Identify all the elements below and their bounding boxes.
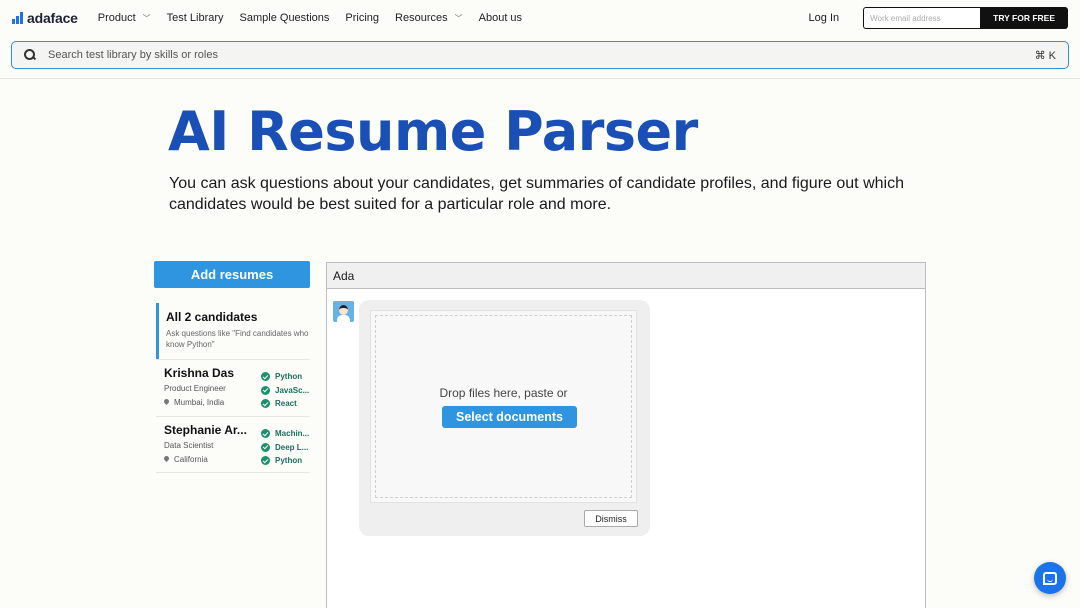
skill-label: Deep L... xyxy=(275,442,309,452)
candidate-skills: Python JavaSc... React xyxy=(261,370,313,411)
check-circle-icon xyxy=(261,456,270,466)
all-candidates-item[interactable]: All 2 candidates Ask questions like "Fin… xyxy=(156,303,310,359)
nav-sample-questions-label: Sample Questions xyxy=(239,12,330,24)
work-email-input[interactable] xyxy=(863,7,981,29)
logo[interactable]: adaface xyxy=(12,10,78,26)
skill-tag: Deep L... xyxy=(261,441,313,455)
page-title: AI Resume Parser xyxy=(168,100,698,163)
candidate-location-text: Mumbai, India xyxy=(174,398,225,407)
candidate-item[interactable]: Stephanie Ar... Data Scientist Californi… xyxy=(156,416,310,473)
nav-test-library-label: Test Library xyxy=(166,12,224,24)
candidate-item[interactable]: Krishna Das Product Engineer Mumbai, Ind… xyxy=(156,359,310,416)
nav-product[interactable]: Product ﹀ xyxy=(98,12,151,24)
skill-label: Python xyxy=(275,372,303,382)
all-candidates-title: All 2 candidates xyxy=(166,310,258,324)
logo-text: adaface xyxy=(27,10,78,26)
nav-resources[interactable]: Resources ﹀ xyxy=(395,12,463,24)
chevron-down-icon: ﹀ xyxy=(454,13,463,23)
candidate-name: Krishna Das xyxy=(164,366,235,380)
skill-tag: JavaSc... xyxy=(261,384,313,398)
candidate-name: Stephanie Ar... xyxy=(164,423,247,437)
skill-tag: Machin... xyxy=(261,427,313,441)
chat-header: Ada xyxy=(327,263,925,289)
check-circle-icon xyxy=(261,429,270,439)
upload-card: Drop files here, paste or Select documen… xyxy=(359,300,650,536)
nav-product-label: Product xyxy=(97,12,136,24)
nav-test-library[interactable]: Test Library xyxy=(167,12,224,24)
drop-instructions: Drop files here, paste or xyxy=(439,386,568,400)
avatar-face xyxy=(339,305,348,315)
skill-tag: Python xyxy=(261,370,313,384)
candidate-location-text: California xyxy=(174,455,208,464)
search-input[interactable]: Search test library by skills or roles xyxy=(48,49,1035,61)
location-pin-icon xyxy=(164,399,169,406)
nav-about-us[interactable]: About us xyxy=(479,12,522,24)
skill-tag: React xyxy=(261,397,313,411)
nav-resources-label: Resources xyxy=(395,12,448,24)
logo-bars-icon xyxy=(12,12,23,24)
skill-label: Machin... xyxy=(275,429,310,439)
drop-zone-border: Drop files here, paste or Select documen… xyxy=(375,315,632,498)
all-candidates-hint: Ask questions like "Find candidates who … xyxy=(166,329,309,349)
keyboard-shortcut: ⌘ K xyxy=(1034,49,1056,62)
select-documents-button[interactable]: Select documents xyxy=(442,406,577,428)
search-icon xyxy=(24,49,36,61)
chat-launcher-button[interactable] xyxy=(1034,562,1066,594)
assistant-avatar xyxy=(333,301,354,322)
message-icon xyxy=(1043,571,1057,585)
nav-about-us-label: About us xyxy=(478,12,523,24)
avatar-body xyxy=(337,315,350,322)
page-subtitle: You can ask questions about your candida… xyxy=(169,175,904,213)
chat-panel: Ada Drop files here, paste or Select doc… xyxy=(326,262,926,608)
skill-label: JavaSc... xyxy=(275,385,310,395)
search-bar[interactable]: Search test library by skills or roles ⌘… xyxy=(11,41,1069,69)
add-resumes-button[interactable]: Add resumes xyxy=(154,261,310,288)
skill-label: Python xyxy=(275,456,303,466)
chevron-down-icon: ﹀ xyxy=(142,13,151,23)
candidate-skills: Machin... Deep L... Python xyxy=(261,427,313,468)
candidate-list: All 2 candidates Ask questions like "Fin… xyxy=(156,303,310,473)
dismiss-button[interactable]: Dismiss xyxy=(584,510,638,527)
top-nav: adaface Product ﹀ Test Library Sample Qu… xyxy=(0,0,1080,36)
file-drop-zone[interactable]: Drop files here, paste or Select documen… xyxy=(370,310,637,503)
check-circle-icon xyxy=(261,442,270,452)
skill-label: React xyxy=(275,399,297,409)
check-circle-icon xyxy=(261,385,270,395)
header-divider xyxy=(0,78,1080,79)
try-for-free-button[interactable]: TRY FOR FREE xyxy=(980,7,1068,29)
skill-tag: Python xyxy=(261,454,313,468)
check-circle-icon xyxy=(261,399,270,409)
login-link[interactable]: Log In xyxy=(809,12,840,24)
nav-sample-questions[interactable]: Sample Questions xyxy=(240,12,330,24)
nav-pricing-label: Pricing xyxy=(345,12,380,24)
check-circle-icon xyxy=(261,372,270,382)
nav-pricing[interactable]: Pricing xyxy=(345,12,379,24)
location-pin-icon xyxy=(164,456,169,463)
